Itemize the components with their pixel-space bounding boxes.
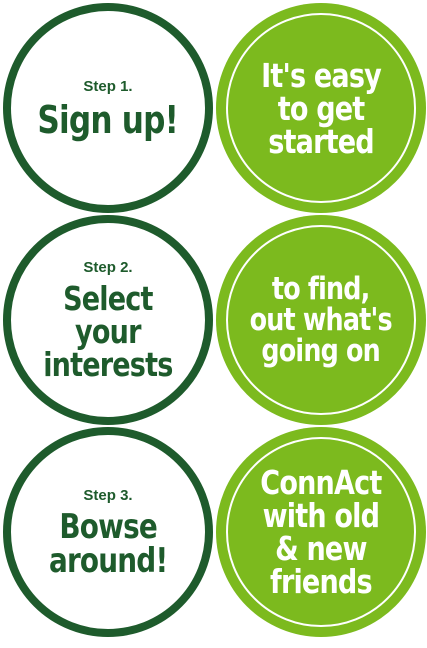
step-3-text: Bowse around!	[48, 506, 168, 581]
connect-line-4: friends	[270, 562, 373, 601]
step-3-badge: Step 3. Bowse around!	[3, 427, 213, 637]
find-line-2: out what's	[249, 301, 393, 338]
connect-text: ConnAct with old & new friends	[260, 463, 382, 601]
easy-line-3: started	[268, 121, 374, 161]
step-3-line-1: Bowse	[59, 506, 157, 547]
easy-to-start-text: It's easy to get started	[261, 55, 382, 161]
step-3-line-2: around!	[48, 540, 168, 581]
find-out-badge: to find, out what's going on	[216, 215, 426, 425]
step-2-text: Select your interests	[43, 279, 173, 384]
easy-to-start-badge: It's easy to get started	[216, 3, 426, 213]
connect-line-2: with old	[262, 496, 380, 535]
connect-badge: ConnAct with old & new friends	[216, 427, 426, 637]
step-2-line-3: interests	[43, 345, 173, 384]
step-1-label: Step 1.	[83, 77, 133, 95]
connect-line-1: ConnAct	[260, 463, 382, 502]
connect-line-3: & new	[275, 529, 367, 568]
step-2-line-2: your	[75, 312, 141, 351]
find-line-3: going on	[261, 332, 381, 369]
step-1-text: Sign up!	[38, 101, 179, 139]
step-2-badge: Step 2. Select your interests	[3, 215, 213, 425]
step-3-label: Step 3.	[83, 486, 133, 504]
find-line-1: to find,	[272, 270, 370, 307]
easy-line-1: It's easy	[261, 55, 382, 95]
easy-line-2: to get	[277, 88, 366, 128]
step-1-line-1: Sign up!	[37, 97, 179, 142]
step-2-line-1: Select	[63, 279, 153, 318]
step-1-badge: Step 1. Sign up!	[3, 3, 213, 213]
step-2-label: Step 2.	[83, 259, 133, 276]
find-out-text: to find, out what's going on	[249, 270, 393, 369]
